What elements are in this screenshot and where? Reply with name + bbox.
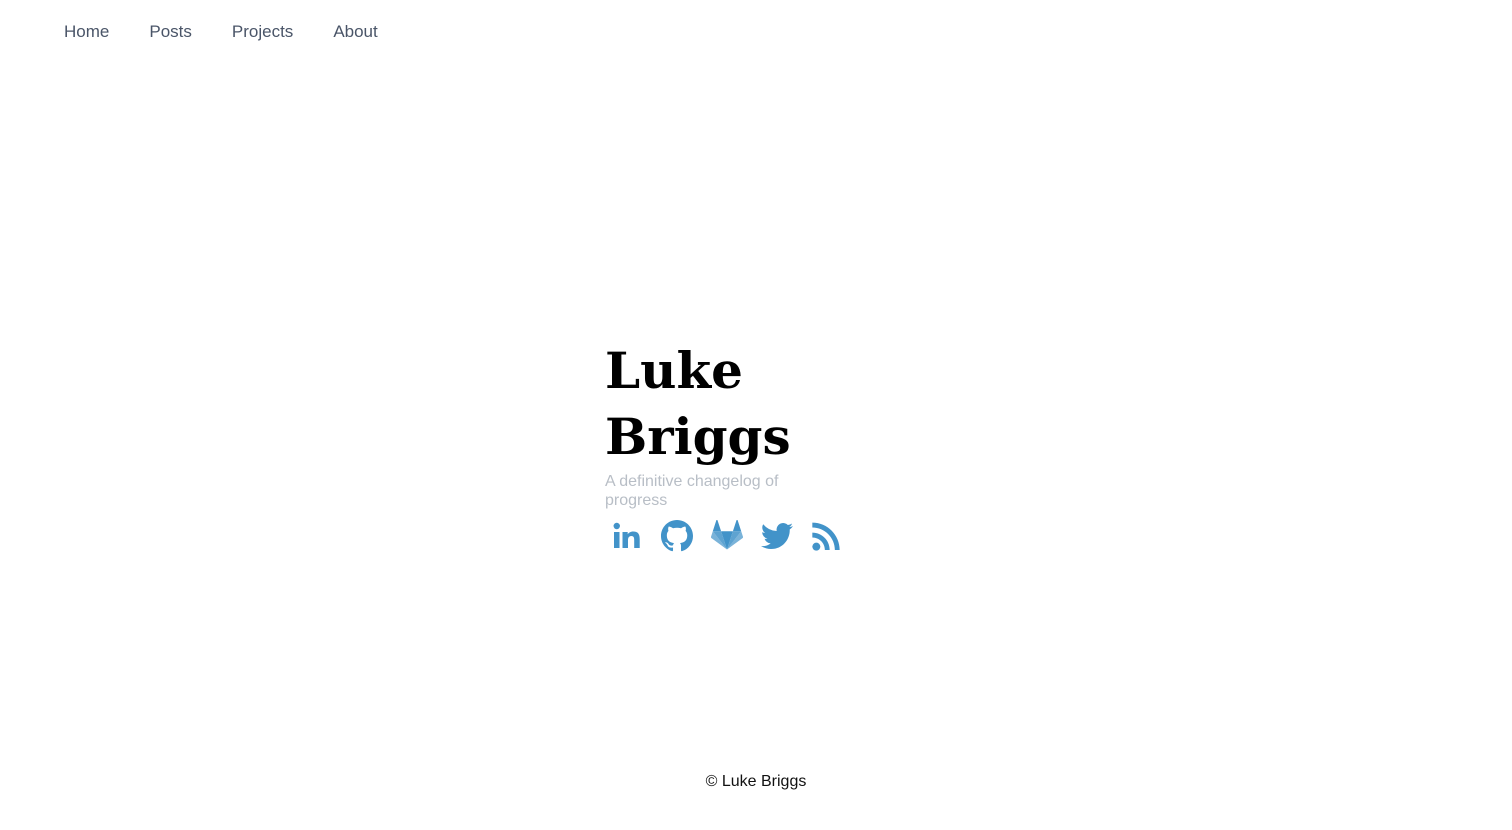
nav-about-link[interactable]: About (333, 20, 377, 44)
rss-link[interactable] (811, 520, 843, 552)
rss-icon (812, 522, 840, 551)
github-link[interactable] (661, 520, 693, 552)
nav-home-link[interactable]: Home (64, 20, 109, 44)
footer: © Luke Briggs (0, 771, 1512, 793)
hero: Luke Briggs A definitive changelog of pr… (605, 338, 925, 552)
github-icon (661, 520, 693, 552)
page: Home Posts Projects About Luke Briggs A … (0, 0, 1512, 830)
nav-projects-link[interactable]: Projects (232, 20, 293, 44)
twitter-icon (761, 522, 793, 549)
site-subtitle: A definitive changelog of progress (605, 473, 779, 509)
site-title: Luke Briggs (605, 341, 791, 466)
gitlab-icon (711, 520, 743, 550)
linkedin-icon (613, 522, 640, 548)
copyright-text: © Luke Briggs (705, 773, 807, 790)
top-nav: Home Posts Projects About (64, 20, 378, 44)
nav-posts-link[interactable]: Posts (149, 20, 192, 44)
social-links (611, 520, 925, 552)
twitter-link[interactable] (761, 520, 793, 552)
linkedin-link[interactable] (611, 520, 643, 552)
gitlab-link[interactable] (711, 520, 743, 552)
